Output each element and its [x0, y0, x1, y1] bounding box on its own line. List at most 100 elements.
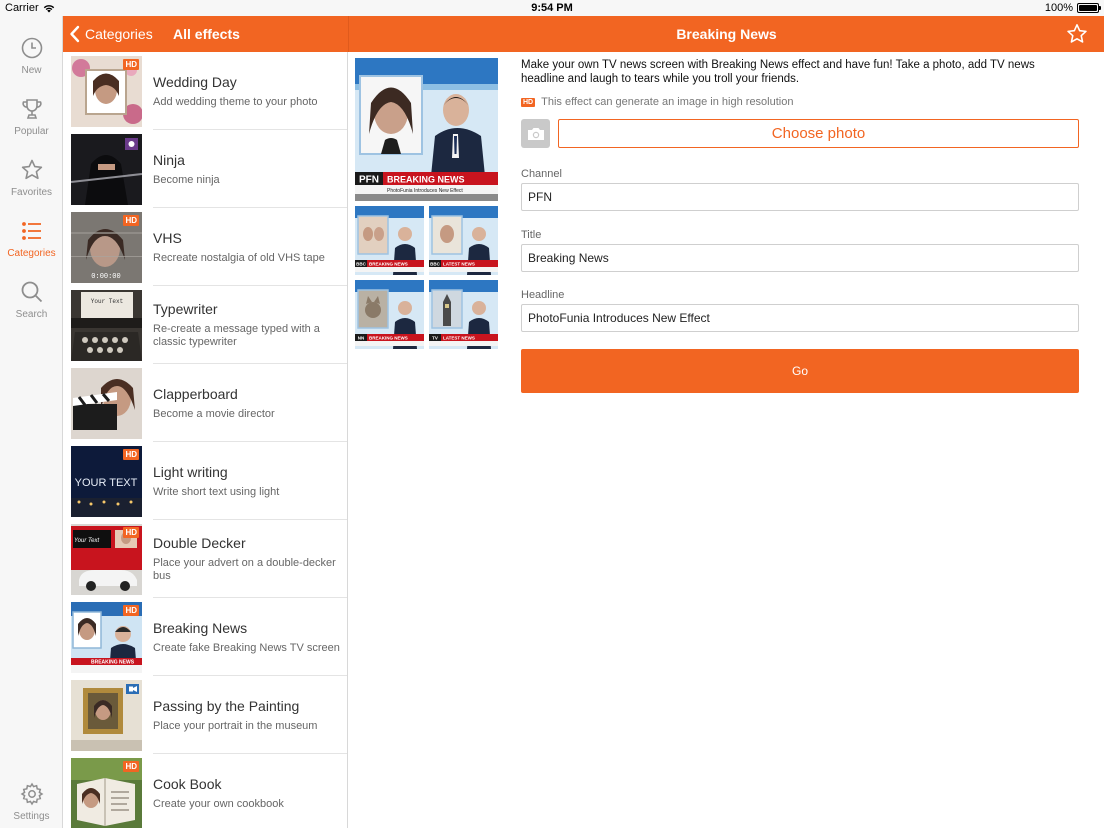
effect-detail: PFN BREAKING NEWS PhotoFunia Introduces … [348, 52, 1104, 828]
effect-description: Place your advert on a double-decker bus [153, 557, 336, 582]
camera-button[interactable] [521, 119, 550, 148]
effect-item-passing-by-the-painting[interactable]: video Passing by the Painting Place your … [63, 676, 347, 754]
thumbnail-banner-text: BREAKING NEWS [91, 660, 135, 666]
effect-thumbnail: BREAKING NEWS HD [71, 602, 142, 673]
battery-icon [1077, 3, 1101, 13]
effect-name: Ninja [153, 151, 185, 168]
hd-note: HD This effect can generate an image in … [521, 96, 793, 108]
effect-description: Become a movie director [153, 407, 275, 420]
tab-popular[interactable]: Popular [0, 85, 63, 141]
effect-description: Add wedding theme to your photo [153, 95, 318, 108]
example-thumbnail-1[interactable]: BBC BREAKING NEWS [355, 206, 424, 275]
effect-item-vhs[interactable]: 0:00:00 HD VHS Recreate nostalgia of old … [63, 208, 347, 286]
tab-bar: New Popular Favorites Categories Search … [0, 16, 63, 828]
effect-item-clapperboard[interactable]: Clapperboard Become a movie director [63, 364, 347, 442]
channel-label: Channel [521, 168, 562, 180]
thumb-banner: BREAKING NEWS [369, 262, 408, 267]
example-thumbnail-3[interactable]: NN BREAKING NEWS [355, 280, 424, 349]
go-button[interactable]: Go [521, 349, 1079, 393]
battery-percent: 100% [1044, 2, 1073, 14]
hd-icon: HD [521, 97, 536, 107]
hd-badge: HD [123, 761, 139, 772]
effect-description: Create your own cookbook [153, 797, 284, 810]
preview-channel-text: PFN [359, 175, 379, 186]
title-label: Title [521, 229, 542, 241]
tab-label: Search [15, 309, 48, 320]
effect-description-text: Make your own TV news screen with Breaki… [521, 59, 1035, 85]
light-writing-text: YOUR TEXT [75, 477, 138, 489]
tab-label: Popular [14, 126, 49, 137]
tab-categories[interactable]: Categories [0, 207, 63, 263]
effect-thumbnail: HD [71, 758, 142, 828]
effect-thumbnail [71, 134, 142, 205]
main-preview-image[interactable]: PFN BREAKING NEWS PhotoFunia Introduces … [355, 58, 498, 201]
effect-description: Write short text using light [153, 485, 280, 498]
tab-label: Settings [13, 811, 50, 822]
status-bar: Carrier 9:54 PM 100% [0, 0, 1104, 16]
clock-icon [21, 37, 42, 59]
effect-thumbnail: HD [71, 56, 142, 127]
headline-input[interactable] [521, 304, 1079, 332]
effect-item-breaking-news[interactable]: BREAKING NEWS HD Breaking News Create fak… [63, 598, 347, 676]
hd-note-text: This effect can generate an image in hig… [541, 96, 794, 108]
star-icon [21, 159, 42, 180]
typewriter-text: Your Text [91, 298, 123, 305]
effect-thumbnail: Your Text [71, 290, 142, 361]
choose-photo-button[interactable]: Choose photo [558, 119, 1079, 148]
thumb-banner: LATEST NEWS [443, 262, 475, 267]
thumb-channel: NN [358, 336, 365, 341]
effect-item-typewriter[interactable]: Your Text Typewriter Re-create a message … [63, 286, 347, 364]
favorite-star-icon[interactable] [1066, 23, 1088, 45]
effect-description: Re-create a message typed with a classic… [153, 323, 320, 348]
effect-name: Cook Book [153, 775, 222, 792]
effect-thumbnail: Your Text HD [71, 524, 142, 595]
effect-thumbnail [71, 368, 142, 439]
example-thumbnail-2[interactable]: BBC LATEST NEWS [429, 206, 498, 275]
battery-indicator: 100% [1044, 2, 1101, 14]
tab-label: New [21, 65, 42, 76]
clock-time: 9:54 PM [531, 2, 573, 14]
effect-item-cook-book[interactable]: HD Cook Book Create your own cookbook [63, 754, 347, 828]
effects-title: All effects [173, 26, 240, 42]
effect-item-light-writing[interactable]: YOUR TEXT HD Light writing Write short te… [63, 442, 347, 520]
thumb-channel: TV [432, 336, 438, 341]
preview-headline-text: PhotoFunia Introduces New Effect [387, 188, 463, 194]
example-thumbnail-4[interactable]: TV LATEST NEWS [429, 280, 498, 349]
effect-name: Double Decker [153, 535, 246, 551]
effect-thumbnail: YOUR TEXT HD [71, 446, 142, 517]
thumb-banner: LATEST NEWS [443, 336, 475, 341]
preview-banner-text: BREAKING NEWS [387, 175, 465, 185]
tab-label: Categories [7, 248, 56, 259]
tab-new[interactable]: New [0, 24, 63, 80]
tab-search[interactable]: Search [0, 268, 63, 324]
effect-item-wedding-day[interactable]: HD Wedding Day Add wedding theme to your … [63, 52, 347, 130]
effect-description: Recreate nostalgia of old VHS tape [153, 251, 325, 264]
effects-nav-bar: Categories All effects [63, 16, 348, 52]
hd-badge: HD [123, 59, 139, 70]
effect-description: Become ninja [153, 173, 220, 186]
hd-badge: HD [123, 215, 139, 226]
detail-title: Breaking News [676, 26, 777, 42]
effect-name: Clapperboard [153, 385, 238, 402]
gear-icon [20, 782, 43, 806]
effect-item-double-decker[interactable]: Your Text HD Double Decker Place your adv… [63, 520, 347, 598]
hd-badge: HD [123, 605, 139, 616]
channel-input[interactable] [521, 183, 1079, 211]
tab-favorites[interactable]: Favorites [0, 146, 63, 202]
thumb-banner: BREAKING NEWS [369, 336, 408, 341]
trophy-icon [21, 99, 42, 119]
effect-item-ninja[interactable]: Ninja Become ninja [63, 130, 347, 208]
tab-label: Favorites [10, 187, 53, 198]
list-icon [21, 222, 41, 240]
title-input[interactable] [521, 244, 1079, 272]
tab-settings[interactable]: Settings [0, 770, 63, 826]
headline-label: Headline [521, 289, 565, 301]
back-button[interactable]: Categories [69, 16, 153, 52]
effect-name: Light writing [153, 463, 228, 480]
search-icon [21, 281, 42, 303]
effect-name: Typewriter [153, 301, 218, 317]
bus-advert-text: Your Text [74, 538, 99, 544]
hd-badge: HD [123, 527, 139, 538]
effect-description: Create fake Breaking News TV screen [153, 641, 340, 654]
thumb-channel: BBC [356, 262, 366, 267]
